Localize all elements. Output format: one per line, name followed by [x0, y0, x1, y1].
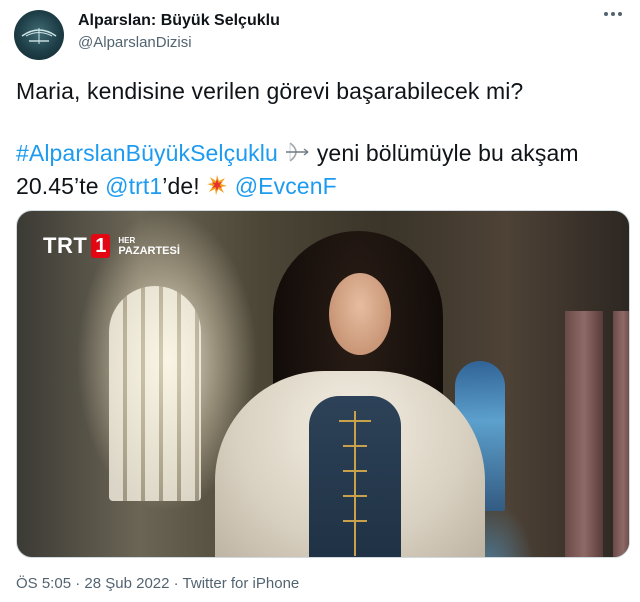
tweet-text-time: 20.45’te [16, 173, 106, 199]
trt-logo-schedule: HER PAZARTESİ [118, 236, 180, 257]
tweet-text-line-1: Maria, kendisine verilen görevi başarabi… [16, 78, 524, 104]
pillar [613, 311, 629, 557]
tweet-text-line-2-rest: yeni bölümüyle bu akşam [310, 140, 579, 166]
tweet-text-line-2: #AlparslanBüyükSelçuklu yeni bölümüyle b… [16, 140, 579, 169]
meta-separator: · [169, 575, 183, 592]
tweet-time[interactable]: ÖS 5:05 [16, 575, 71, 592]
avatar[interactable] [14, 10, 64, 60]
more-icon[interactable] [604, 12, 622, 16]
tweet-text-line-3: 20.45’te @trt1’de! @EvcenF [16, 173, 337, 202]
tweet-text-de: ’de! [162, 173, 200, 199]
pillar [565, 311, 603, 557]
mention-evcenf-link[interactable]: @EvcenF [235, 173, 337, 199]
trt-logo-small: HER [118, 235, 136, 245]
author-name[interactable]: Alparslan: Büyük Selçuklu [78, 12, 280, 30]
meta-separator: · [71, 575, 85, 592]
bow-and-arrow-icon [284, 141, 310, 169]
tweet-media-image[interactable]: TRT 1 HER PAZARTESİ [16, 210, 630, 558]
avatar-emblem-icon [21, 28, 57, 44]
trt1-logo: TRT 1 HER PAZARTESİ [43, 233, 180, 259]
figure-face [329, 273, 391, 355]
trt-logo-number: 1 [91, 234, 111, 258]
window-light [109, 286, 201, 501]
tweet-source[interactable]: Twitter for iPhone [183, 575, 300, 592]
author-handle[interactable]: @AlparslanDizisi [78, 34, 192, 51]
trt-logo-text: TRT [43, 233, 88, 258]
figure-vest [309, 396, 401, 557]
tweet-meta: ÖS 5:05 · 28 Şub 2022 · Twitter for iPho… [16, 575, 299, 592]
tweet-date[interactable]: 28 Şub 2022 [84, 575, 169, 592]
hashtag-link[interactable]: #AlparslanBüyükSelçuklu [16, 140, 278, 166]
collision-icon [206, 174, 228, 202]
mention-trt1-link[interactable]: @trt1 [105, 173, 162, 199]
trt-logo-day: PAZARTESİ [118, 244, 180, 257]
